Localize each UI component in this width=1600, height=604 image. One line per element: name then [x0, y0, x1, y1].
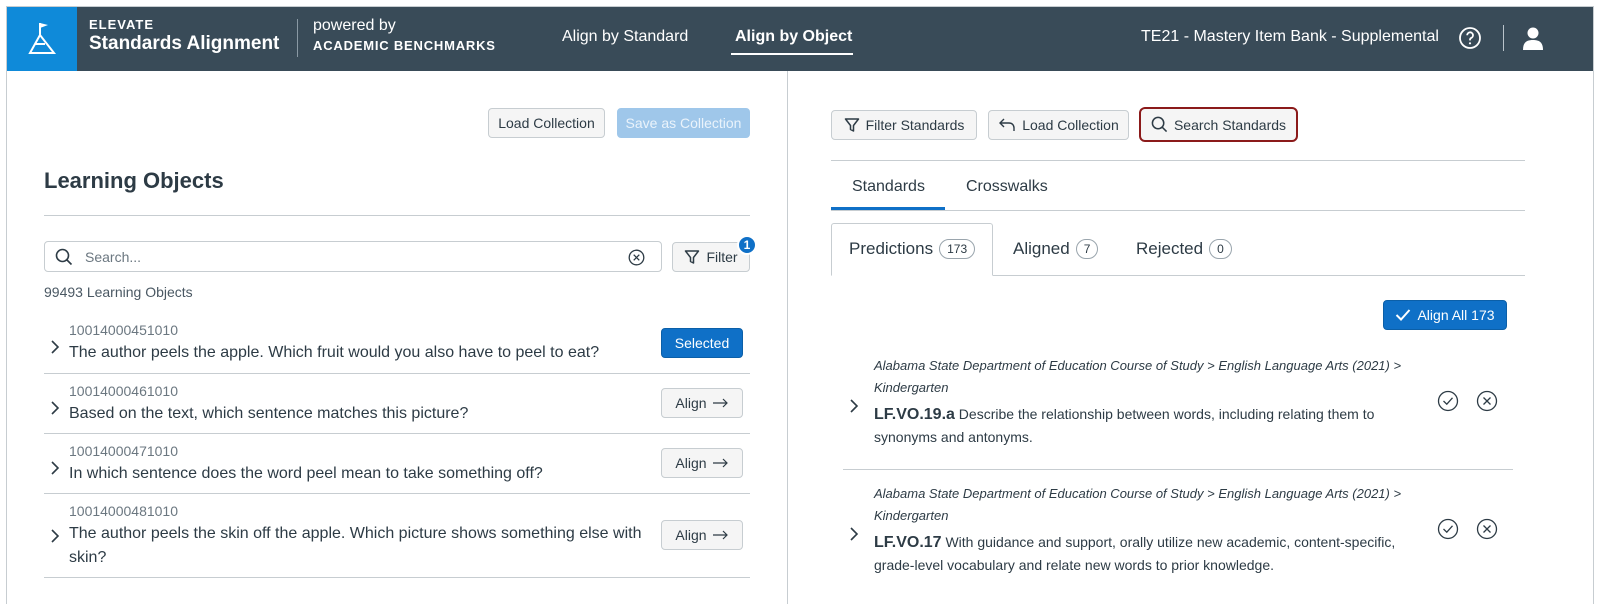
academic-benchmarks-label: ACADEMIC BENCHMARKS	[313, 38, 496, 53]
align-button[interactable]: Align	[661, 388, 743, 418]
align-label: Align	[675, 455, 707, 471]
learning-object-id: 10014000471010	[69, 443, 179, 459]
brand-top: ELEVATE	[89, 17, 155, 32]
tab-crosswalks[interactable]: Crosswalks	[966, 178, 1048, 196]
learning-objects-search[interactable]	[44, 241, 662, 272]
search-standards-label: Search Standards	[1173, 116, 1287, 133]
filter-label: Filter	[706, 249, 738, 265]
search-standards-button[interactable]: Search Standards	[1139, 107, 1298, 142]
subtab-rejected[interactable]: Rejected 0	[1136, 239, 1232, 259]
standard-path: Alabama State Department of Education Co…	[874, 358, 1402, 395]
powered-by-label: powered by	[313, 17, 396, 34]
chevron-right-icon[interactable]	[849, 399, 859, 413]
load-collection-button[interactable]: Load Collection	[988, 110, 1129, 140]
tab-standards[interactable]: Standards	[852, 178, 925, 196]
subtab-aligned[interactable]: Aligned 7	[1013, 239, 1099, 259]
standard-text: With guidance and support, orally utiliz…	[874, 534, 1396, 573]
item-bank-name[interactable]: TE21 - Mastery Item Bank - Supplemental	[1141, 28, 1439, 46]
standard-row[interactable]: Alabama State Department of Education Co…	[843, 353, 1513, 469]
align-all-label: Align All 173	[1417, 307, 1495, 323]
arrow-right-icon	[712, 458, 728, 468]
nav-active-indicator	[731, 53, 853, 55]
learning-object-text: Based on the text, which sentence matche…	[69, 405, 469, 422]
align-label: Align	[675, 527, 707, 543]
load-collection-label: Load Collection	[1022, 117, 1119, 133]
checkmark-icon	[1396, 309, 1411, 321]
learning-object-row[interactable]: 10014000481010 The author peels the skin…	[44, 494, 750, 578]
brand-name: ELEVATE Standards Alignment	[89, 17, 279, 55]
subtab-label: Rejected	[1136, 239, 1204, 258]
load-collection-button[interactable]: Load Collection	[488, 108, 605, 138]
toolbar-divider	[831, 160, 1525, 161]
search-input[interactable]	[85, 247, 605, 267]
learning-object-row[interactable]: 10014000451010 The author peels the appl…	[44, 313, 750, 374]
align-all-button[interactable]: Align All 173	[1383, 300, 1507, 330]
brand-title: Standards Alignment	[89, 33, 280, 54]
learning-object-id: 10014000461010	[69, 383, 179, 399]
panel-divider	[787, 71, 788, 604]
standard-description: LF.VO.19.a Describe the relationship bet…	[874, 403, 1424, 449]
chevron-right-icon[interactable]	[849, 527, 859, 541]
learning-object-id: 10014000481010	[69, 503, 179, 519]
filter-icon	[685, 250, 700, 264]
top-header: ELEVATE Standards Alignment powered by A…	[7, 7, 1593, 71]
chevron-right-icon[interactable]	[50, 340, 60, 354]
learning-objects-count: 99493 Learning Objects	[44, 284, 193, 300]
clear-search-icon[interactable]	[628, 249, 645, 266]
arrow-right-icon	[712, 398, 728, 408]
tab-active-indicator	[831, 207, 945, 210]
standard-code: LF.VO.19.a	[874, 406, 955, 423]
align-button[interactable]: Align	[661, 448, 743, 478]
learning-object-row[interactable]: 10014000471010 In which sentence does th…	[44, 434, 750, 494]
nav-align-by-standard[interactable]: Align by Standard	[562, 28, 688, 46]
reject-x-icon[interactable]	[1476, 518, 1498, 540]
brand-divider	[297, 19, 298, 57]
app-frame: ELEVATE Standards Alignment powered by A…	[6, 6, 1594, 604]
filter-count-badge: 1	[737, 235, 757, 255]
standard-description: LF.VO.17 With guidance and support, oral…	[874, 531, 1424, 577]
filter-icon	[844, 118, 859, 132]
count-badge: 7	[1075, 239, 1099, 259]
count-badge: 0	[1209, 239, 1232, 259]
selected-button[interactable]: Selected	[661, 328, 743, 358]
elevate-logo[interactable]	[7, 7, 77, 71]
search-icon	[1151, 116, 1168, 133]
search-icon	[55, 248, 73, 266]
standard-row[interactable]: Alabama State Department of Education Co…	[843, 481, 1513, 599]
subtab-predictions[interactable]: Predictions 173	[849, 239, 976, 259]
learning-objects-title: Learning Objects	[44, 168, 224, 193]
tabs-divider	[831, 210, 1525, 211]
chevron-right-icon[interactable]	[50, 401, 60, 415]
accept-check-icon[interactable]	[1437, 518, 1459, 540]
arrow-right-icon	[712, 530, 728, 540]
reject-x-icon[interactable]	[1476, 390, 1498, 412]
chevron-right-icon[interactable]	[50, 529, 60, 543]
learning-object-row[interactable]: 10014000461010 Based on the text, which …	[44, 374, 750, 434]
align-label: Align	[675, 395, 707, 411]
chevron-right-icon[interactable]	[50, 461, 60, 475]
accept-check-icon[interactable]	[1437, 390, 1459, 412]
header-divider	[1503, 25, 1504, 51]
subtab-label: Predictions	[849, 239, 934, 258]
learning-object-text: The author peels the skin off the apple.…	[69, 525, 642, 566]
flag-mountain-icon	[28, 23, 57, 54]
user-icon[interactable]	[1521, 25, 1545, 51]
save-as-collection-button[interactable]: Save as Collection	[617, 108, 750, 138]
standard-divider	[843, 469, 1513, 470]
help-icon[interactable]	[1458, 26, 1482, 50]
learning-object-id: 10014000451010	[69, 322, 179, 338]
filter-standards-button[interactable]: Filter Standards	[831, 110, 977, 140]
title-divider	[44, 215, 750, 216]
nav-align-by-object[interactable]: Align by Object	[735, 28, 852, 46]
standard-code: LF.VO.17	[874, 534, 942, 551]
standard-path: Alabama State Department of Education Co…	[874, 486, 1402, 523]
count-badge: 173	[939, 239, 976, 259]
powered-by: powered by ACADEMIC BENCHMARKS	[313, 17, 496, 53]
undo-arrow-icon	[999, 118, 1015, 131]
learning-object-text: In which sentence does the word peel mea…	[69, 465, 543, 482]
align-button[interactable]: Align	[661, 520, 743, 550]
learning-object-text: The author peels the apple. Which fruit …	[69, 344, 600, 361]
filter-standards-label: Filter Standards	[865, 117, 965, 133]
subtab-label: Aligned	[1013, 239, 1070, 258]
